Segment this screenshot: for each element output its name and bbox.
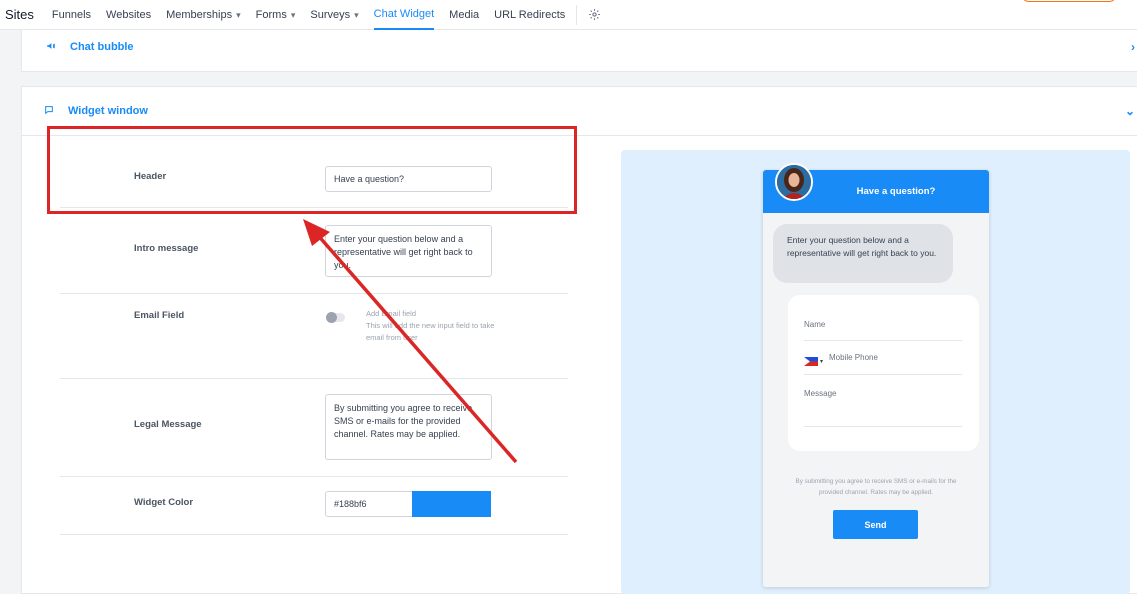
chevron-down-icon: ▾ (354, 9, 359, 20)
preview-name-field[interactable]: Name (804, 320, 962, 341)
nav-item-funnels[interactable]: Funnels (52, 0, 91, 30)
nav-item-surveys[interactable]: Surveys ▾ (310, 0, 358, 30)
nav-label: Memberships (166, 8, 233, 21)
preview-phone-field[interactable]: ▾ Mobile Phone (804, 353, 962, 375)
nav-item-memberships[interactable]: Memberships ▾ (166, 0, 241, 30)
nav-divider (576, 4, 578, 25)
nav-item-forms[interactable]: Forms ▾ (256, 0, 296, 30)
intro-message-row: Intro message Enter your question below … (60, 208, 568, 294)
nav-label: Chat Widget (373, 7, 435, 20)
email-toggle-title: Add Email field (366, 309, 417, 318)
chat-bubble-section[interactable]: Chat bubble › (21, 30, 1137, 72)
preview-form-card: Name ▾ Mobile Phone Message (788, 295, 979, 451)
preview-intro-bubble: Enter your question below and a represen… (773, 224, 953, 283)
chevron-down-icon: ▾ (290, 9, 296, 20)
nav-label: Funnels (51, 8, 92, 21)
intro-message-textarea[interactable]: Enter your question below and a represen… (325, 225, 492, 277)
megaphone-icon (46, 41, 56, 54)
color-swatch[interactable] (412, 491, 491, 517)
preview-header-title: Have a question? (856, 186, 936, 197)
top-navigation: Sites Funnels Websites Memberships ▾ Form… (0, 0, 1137, 30)
chat-icon (44, 105, 54, 118)
brand-title: Sites (5, 7, 34, 22)
nav-item-media[interactable]: Media (449, 0, 479, 30)
gear-icon[interactable] (587, 8, 601, 22)
widget-color-input[interactable]: #188bf6 (325, 491, 413, 517)
preview-legal-text: By submitting you agree to receive SMS o… (795, 478, 957, 496)
chat-bubble-title: Chat bubble (70, 41, 134, 53)
send-button[interactable]: Send (833, 510, 918, 539)
widget-window-title: Widget window (68, 105, 148, 117)
chevron-right-icon[interactable]: › (1131, 40, 1135, 54)
widget-preview: Have a question? Enter your question bel… (763, 170, 989, 587)
chevron-down-icon: ▾ (820, 358, 824, 365)
widget-color-label: Widget Color (134, 497, 194, 508)
intro-message-label: Intro message (134, 243, 199, 254)
nav-label: Forms (255, 8, 287, 21)
nav-item-url-redirects[interactable]: URL Redirects (494, 0, 565, 30)
email-toggle-description: This will add the new input field to tak… (366, 321, 495, 342)
email-toggle-text: Add Email field This will add the new in… (366, 308, 496, 344)
nav-item-chat-widget[interactable]: Chat Widget (373, 0, 435, 30)
header-button-edge[interactable] (1021, 0, 1117, 2)
legal-message-label: Legal Message (134, 419, 202, 430)
email-field-label: Email Field (134, 310, 185, 321)
email-field-row: Email Field Add Email field This will ad… (60, 294, 568, 379)
message-placeholder: Message (804, 389, 837, 398)
nav-item-websites[interactable]: Websites (106, 0, 151, 30)
chevron-down-icon: ▾ (236, 9, 241, 20)
nav-label: Media (449, 8, 480, 21)
chevron-down-icon[interactable]: ⌄ (1125, 104, 1135, 118)
chat-bubble-header[interactable]: Chat bubble › (22, 30, 1137, 64)
name-placeholder: Name (804, 320, 826, 329)
preview-message-field[interactable]: Message (804, 389, 962, 427)
email-field-toggle[interactable] (326, 312, 345, 323)
avatar (775, 163, 813, 201)
phone-placeholder: Mobile Phone (829, 353, 878, 362)
annotation-highlight-box (47, 126, 577, 214)
flag-icon[interactable]: ▾ (804, 355, 823, 367)
nav-label: Websites (106, 8, 152, 21)
nav-label: URL Redirects (494, 8, 566, 21)
legal-message-row: Legal Message By submitting you agree to… (60, 379, 568, 477)
legal-message-textarea[interactable]: By submitting you agree to receive SMS o… (325, 394, 492, 460)
widget-color-row: Widget Color #188bf6 (60, 477, 568, 535)
nav-label: Surveys (310, 8, 351, 21)
